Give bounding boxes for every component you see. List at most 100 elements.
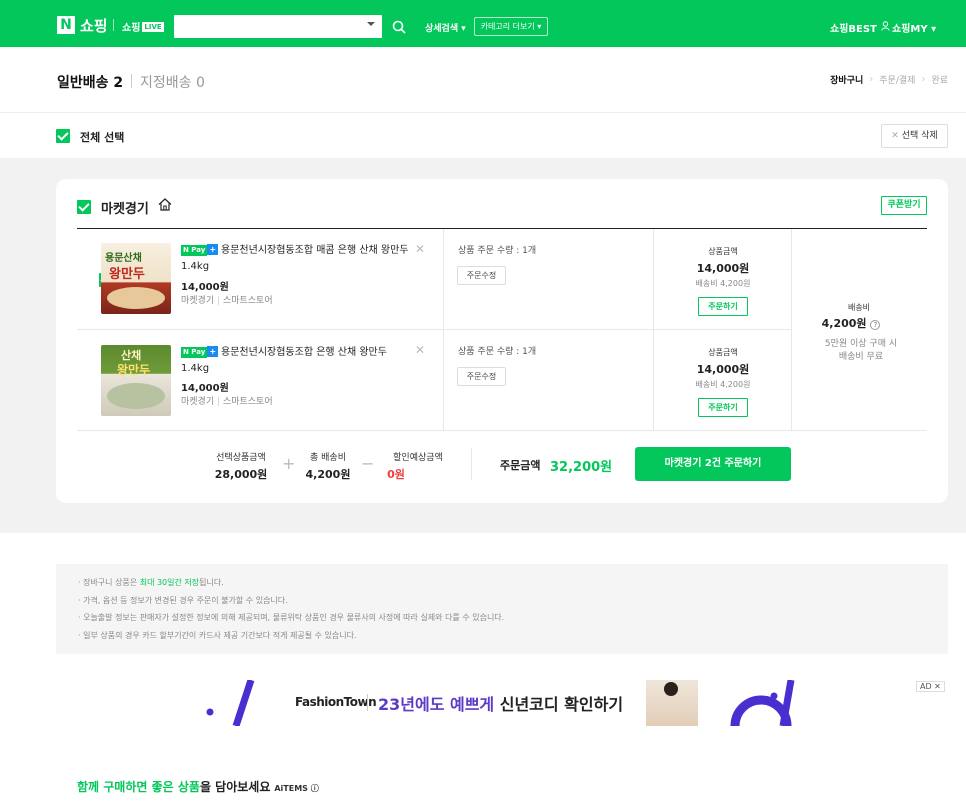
notice-text: 됩니다. (199, 578, 224, 587)
notice-line: · 오늘출발 정보는 판매자가 설정한 정보에 의해 제공되며, 물류위탁 상품… (78, 613, 505, 622)
delete-selected-button[interactable]: ✕ 선택 삭제 (881, 124, 948, 148)
item-amount: 14,000원 (696, 363, 750, 376)
ad-close-badge[interactable]: AD ✕ (916, 681, 945, 692)
item-shipping: 배송비 4,200원 (695, 380, 751, 389)
select-all-checkbox[interactable] (56, 129, 70, 143)
shipping-value-text: 4,200원 (821, 317, 867, 330)
recommend-title: 함께 구매하면 좋은 상품을 담아보세요 AiTEMS ⓘ (77, 778, 319, 795)
dumpling-image (107, 383, 165, 409)
delete-selected-label: 선택 삭제 (901, 131, 938, 141)
ad-banner[interactable]: FashionTown 23년에도 예쁘게 신년코디 확인하기 AD ✕ (56, 680, 948, 726)
store-order-button[interactable]: 마켓경기 2건 주문하기 (635, 447, 791, 481)
shopping-my-link[interactable]: 쇼핑MY ▾ (892, 20, 936, 35)
notice-text: · 장바구니 상품은 (78, 578, 140, 587)
npay-plus-badge: + (207, 346, 219, 357)
naver-logo-icon[interactable]: N (57, 16, 75, 34)
ad-decoration (206, 680, 255, 726)
free-shipping-note-2: 배송비 무료 (838, 352, 884, 362)
select-all-label[interactable]: 전체 선택 (80, 129, 124, 145)
product-name[interactable]: N Pay + 용문천년시장협동조합 은행 산채 왕만두 1.4kg (181, 345, 411, 377)
search-input[interactable] (174, 15, 382, 38)
order-item-button[interactable]: 주문하기 (698, 297, 748, 316)
product-store: 마켓경기 | 스마트스토어 (181, 296, 273, 306)
shipping-label: 배송비 (847, 303, 871, 312)
order-amount-label: 주문금액 (500, 459, 541, 472)
advanced-search-link[interactable]: 상세검색 ▾ (425, 21, 466, 34)
recommend-title-text: 을 담아보세요 (199, 780, 271, 794)
discount-label: 할인예상금액 (393, 453, 443, 463)
delivery-tabs-row: 일반배송 2 지정배송 0 장바구니 › 주문/결제 › 완료 (0, 47, 966, 113)
shopping-best-link[interactable]: 쇼핑BEST (830, 20, 877, 35)
store-home-icon[interactable] (158, 198, 172, 211)
modify-order-button[interactable]: 주문수정 (457, 266, 506, 285)
thumbnail-text: 왕만두 (117, 363, 151, 377)
divider (471, 448, 472, 480)
step-order-payment: 주문/결제 (879, 76, 916, 86)
total-shipping-value: 4,200원 (305, 468, 351, 481)
divider (367, 694, 368, 711)
product-store-name: 마켓경기 (181, 397, 215, 407)
ad-model-head (664, 682, 678, 696)
remove-item-close-icon[interactable]: ✕ (415, 343, 425, 357)
minus-icon: − (361, 454, 375, 473)
search-icon (392, 20, 406, 34)
tab-scheduled-delivery[interactable]: 지정배송 0 (140, 72, 205, 92)
npay-badge: N Pay (181, 347, 208, 358)
product-price: 14,000원 (181, 383, 229, 394)
notice-line: · 장바구니 상품은 최대 30일간 저장됩니다. (78, 577, 224, 588)
thumbnail-text: 용문산채 (105, 253, 142, 264)
ad-brand: FashionTown (295, 695, 377, 709)
discount-value: 0원 (387, 468, 405, 481)
total-shipping-label: 총 배송비 (310, 453, 346, 463)
divider (77, 430, 927, 431)
product-store-type: 스마트스토어 (222, 397, 273, 407)
product-thumbnail[interactable]: 산채 왕만두 (101, 345, 171, 416)
order-quantity: 상품 주문 수량 : 1개 (458, 246, 537, 256)
category-more-button[interactable]: 카테고리 더보기 ▾ (474, 17, 548, 36)
thumbnail-text: 왕만두 (109, 267, 145, 282)
shopping-live-link[interactable]: 쇼핑 LIVE (122, 19, 164, 34)
shopping-live-text: 쇼핑 (122, 23, 141, 34)
divider (131, 74, 132, 88)
order-item-button[interactable]: 주문하기 (698, 398, 748, 417)
user-icon (881, 21, 890, 31)
selected-amount-label: 선택상품금액 (216, 453, 266, 463)
shopping-logo-text[interactable]: 쇼핑 (80, 15, 108, 36)
chevron-down-icon[interactable] (367, 22, 375, 26)
order-quantity: 상품 주문 수량 : 1개 (458, 347, 537, 357)
notice-line: · 가격, 옵션 등 정보가 변경된 경우 주문이 불가할 수 있습니다. (78, 596, 288, 605)
item-shipping: 배송비 4,200원 (695, 279, 751, 288)
store-checkbox[interactable] (77, 200, 91, 214)
divider (77, 329, 791, 330)
product-store: 마켓경기 | 스마트스토어 (181, 397, 273, 407)
free-shipping-note-1: 5만원 이상 구매 시 (824, 339, 898, 349)
divider (77, 228, 927, 229)
remove-item-close-icon[interactable]: ✕ (415, 242, 425, 256)
notice-highlight: 최대 30일간 저장 (139, 578, 200, 587)
close-icon: ✕ (891, 131, 902, 141)
notice-line: · 일부 상품의 경우 카드 할부기간이 카드사 제공 기간보다 적게 제공될 … (78, 631, 357, 640)
select-all-row: 전체 선택 ✕ 선택 삭제 (0, 114, 966, 158)
chevron-right-icon: › (921, 74, 926, 85)
tab-general-delivery[interactable]: 일반배송 2 (57, 72, 123, 92)
live-badge: LIVE (142, 21, 164, 32)
product-store-name: 마켓경기 (181, 296, 215, 306)
product-price: 14,000원 (181, 282, 229, 293)
amount-label: 상품금액 (708, 348, 738, 357)
npay-plus-badge: + (207, 244, 219, 255)
ad-copy-colored: 23년에도 예쁘게 (378, 695, 500, 714)
ad-model-image (646, 680, 698, 726)
top-navigation-bar: N 쇼핑 쇼핑 LIVE 상세검색 ▾ 카테고리 더보기 ▾ 쇼핑BEST 쇼핑… (0, 0, 966, 47)
order-amount-value: 32,200원 (550, 460, 613, 475)
help-icon[interactable]: ? (870, 320, 881, 330)
chevron-right-icon: › (869, 74, 874, 85)
cart-notice: · 장바구니 상품은 최대 30일간 저장됩니다. · 가격, 옵션 등 정보가… (56, 564, 948, 654)
selected-amount-value: 28,000원 (214, 468, 268, 481)
store-name[interactable]: 마켓경기 (101, 198, 149, 217)
aitems-badge[interactable]: AiTEMS ⓘ (274, 784, 318, 793)
product-thumbnail[interactable]: 용문산채 왕만두 (101, 243, 171, 314)
search-button[interactable] (384, 15, 414, 38)
product-name[interactable]: N Pay + 용문천년시장협동조합 매콤 은행 산채 왕만두 1.4kg (181, 243, 411, 275)
modify-order-button[interactable]: 주문수정 (457, 367, 506, 386)
coupon-button[interactable]: 쿠폰받기 (881, 196, 927, 215)
